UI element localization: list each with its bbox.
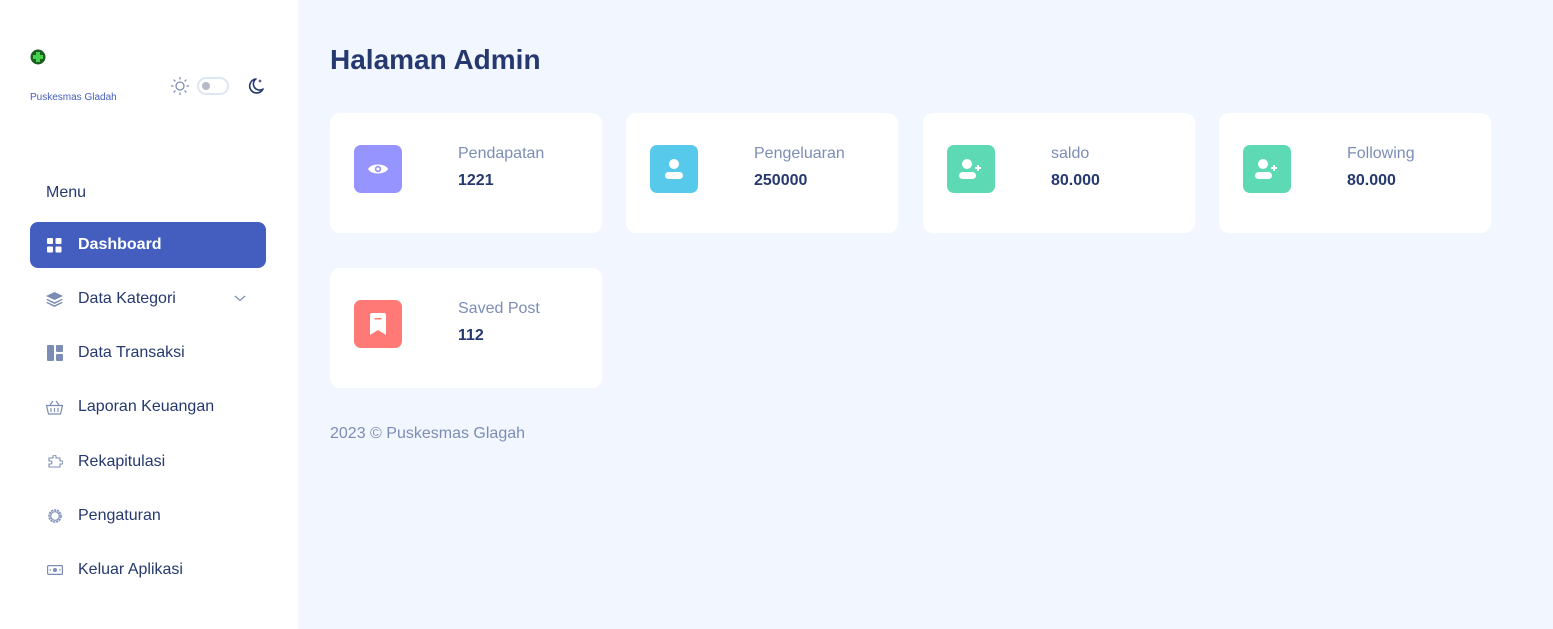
- sidebar-item-dashboard[interactable]: Dashboard: [30, 222, 266, 268]
- stat-icon-box: [354, 300, 402, 348]
- stat-card-pengeluaran: Pengeluaran 250000: [626, 113, 898, 233]
- puzzle-icon: [46, 454, 63, 471]
- stat-card-saldo: saldo 80.000: [923, 113, 1195, 233]
- stat-card-pendapatan: Pendapatan 1221: [330, 113, 602, 233]
- sidebar-item-label: Keluar Aplikasi: [78, 561, 183, 578]
- sun-icon: [170, 76, 190, 96]
- sidebar-item-data-transaksi[interactable]: Data Transaksi: [30, 330, 266, 376]
- cash-icon: [46, 562, 63, 579]
- user-icon: [665, 159, 683, 179]
- stat-label: Pengeluaran: [754, 145, 845, 162]
- stat-value: 80.000: [1051, 172, 1100, 189]
- switch-knob: [202, 82, 210, 90]
- sidebar-item-label: Laporan Keuangan: [78, 398, 215, 415]
- page-title: Halaman Admin: [330, 44, 541, 75]
- sidebar-item-label: Pengaturan: [78, 507, 161, 524]
- stat-value: 112: [458, 327, 484, 344]
- add-user-icon: [959, 159, 981, 179]
- sidebar-item-keluar-aplikasi[interactable]: Keluar Aplikasi: [30, 547, 266, 593]
- footer-text: 2023 © Puskesmas Glagah: [330, 425, 526, 442]
- chevron-down-icon: [234, 295, 246, 302]
- eye-icon: [368, 164, 388, 174]
- bookmark-icon: [370, 313, 386, 335]
- stat-label: Following: [1347, 145, 1415, 162]
- layout-icon: [46, 345, 63, 362]
- sidebar-item-laporan-keuangan[interactable]: Laporan Keuangan: [30, 384, 266, 430]
- sidebar-item-data-kategori[interactable]: Data Kategori: [30, 276, 266, 322]
- sidebar-item-label: Data Kategori: [78, 290, 176, 307]
- dark-mode-switch[interactable]: [197, 77, 229, 95]
- stat-icon-box: [354, 145, 402, 193]
- grid-icon: [46, 237, 63, 254]
- gear-icon: [46, 508, 63, 525]
- stat-icon-box: [947, 145, 995, 193]
- stat-card-following: Following 80.000: [1219, 113, 1491, 233]
- stat-label: Saved Post: [458, 300, 540, 317]
- health-cross-logo: [30, 49, 46, 65]
- stat-icon-box: [650, 145, 698, 193]
- menu-title: Menu: [46, 184, 87, 201]
- moon-icon: [248, 78, 264, 94]
- stat-card-saved-post: Saved Post 112: [330, 268, 602, 388]
- sidebar-item-label: Dashboard: [78, 236, 162, 253]
- sidebar: Puskesmas Gladah Menu Dashboard Data Kat…: [0, 0, 298, 629]
- stat-label: Pendapatan: [458, 145, 545, 162]
- stat-label: saldo: [1051, 145, 1090, 162]
- add-user-icon: [1255, 159, 1277, 179]
- basket-icon: [46, 399, 63, 416]
- sidebar-item-label: Rekapitulasi: [78, 453, 166, 470]
- stat-value: 250000: [754, 172, 808, 189]
- sidebar-item-rekapitulasi[interactable]: Rekapitulasi: [30, 439, 266, 485]
- sidebar-item-pengaturan[interactable]: Pengaturan: [30, 493, 266, 539]
- stat-value: 1221: [458, 172, 494, 189]
- stat-icon-box: [1243, 145, 1291, 193]
- stack-icon: [46, 291, 63, 308]
- brand-name[interactable]: Puskesmas Gladah: [30, 92, 117, 103]
- theme-toggle[interactable]: [170, 76, 264, 96]
- stat-value: 80.000: [1347, 172, 1396, 189]
- sidebar-item-label: Data Transaksi: [78, 344, 185, 361]
